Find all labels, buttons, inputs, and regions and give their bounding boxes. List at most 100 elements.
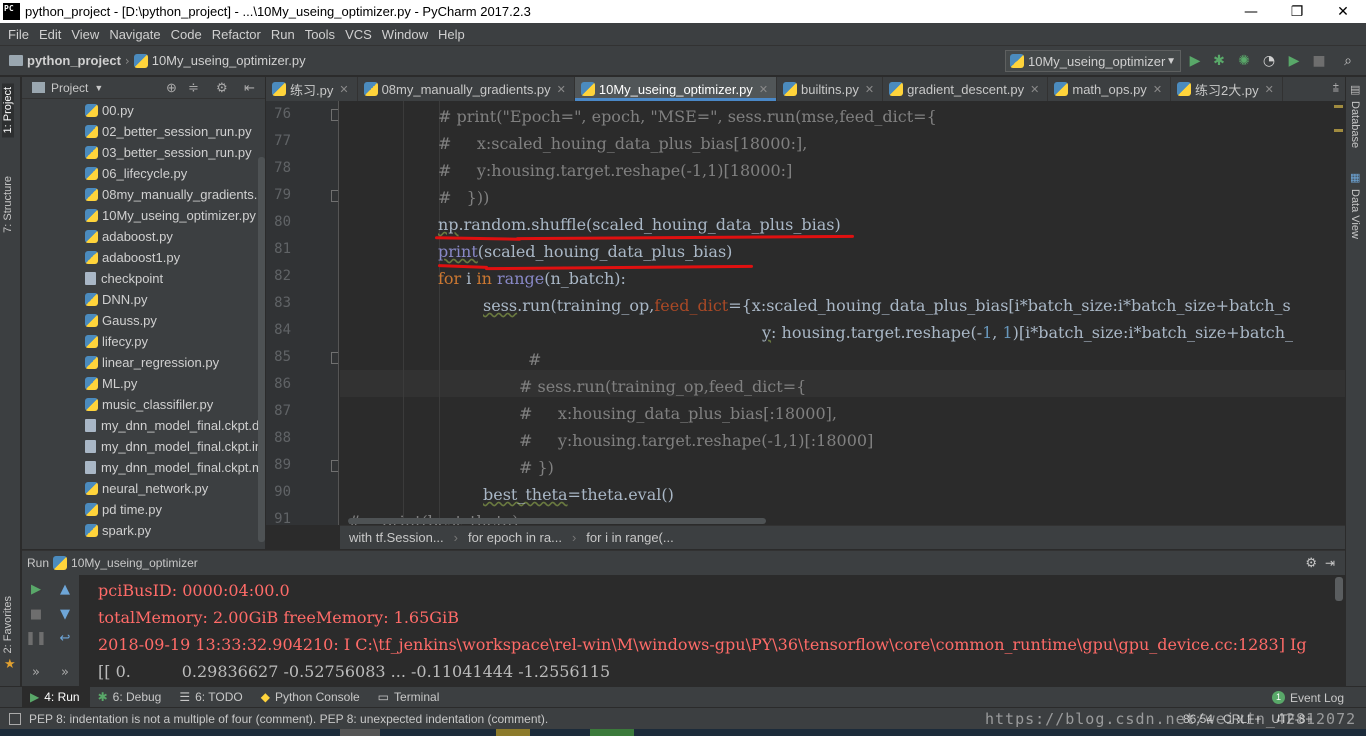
tree-item-dnn[interactable]: DNN.py — [22, 289, 265, 310]
fold-marker-icon[interactable] — [331, 109, 338, 121]
warning-marker[interactable] — [1334, 129, 1343, 132]
tab-lianxi[interactable]: 练习.py ✕ — [266, 77, 358, 101]
tree-item-music-classifiler[interactable]: music_classifiler.py — [22, 394, 265, 415]
menu-help[interactable]: Help — [433, 27, 470, 42]
project-view-select[interactable]: Project — [51, 81, 88, 95]
terminal-tool-tab[interactable]: ▭ Terminal — [370, 687, 450, 708]
structure-tool-tab[interactable]: 7: Structure — [2, 172, 14, 237]
tree-item-linear-regression[interactable]: linear_regression.py — [22, 352, 265, 373]
run-config-name[interactable]: 10My_useing_optimizer — [71, 556, 198, 570]
more-icon[interactable]: » — [56, 663, 74, 681]
run-tool-tab[interactable]: ▶ 4: Run — [22, 686, 90, 708]
warning-marker[interactable] — [1334, 105, 1343, 108]
hide-icon[interactable]: ⇥ — [1325, 556, 1335, 570]
tab-lianxi2da[interactable]: 练习2大.py ✕ — [1171, 77, 1283, 101]
tree-item-checkpoint[interactable]: checkpoint — [22, 268, 265, 289]
event-log-tab[interactable]: 1 Event Log — [1271, 687, 1344, 708]
menu-refactor[interactable]: Refactor — [207, 27, 266, 42]
close-button[interactable]: ✕ — [1320, 0, 1366, 23]
hide-icon[interactable]: ⇤ — [244, 80, 255, 96]
tab-gradient-descent[interactable]: gradient_descent.py ✕ — [883, 77, 1049, 101]
close-icon[interactable]: ✕ — [1030, 83, 1039, 96]
tree-item-neural-network[interactable]: neural_network.py — [22, 478, 265, 499]
close-icon[interactable]: ✕ — [1265, 83, 1274, 96]
fold-marker-icon[interactable] — [331, 190, 338, 202]
tree-item-ml[interactable]: ML.py — [22, 373, 265, 394]
tree-item-ckpt-meta[interactable]: my_dnn_model_final.ckpt.me — [22, 457, 265, 478]
tree-item-spark[interactable]: spark.py — [22, 520, 265, 541]
menu-view[interactable]: View — [66, 27, 104, 42]
console-output[interactable]: pciBusID: 0000:04:00.0 totalMemory: 2.00… — [79, 575, 1345, 687]
soft-wrap-icon[interactable]: ↩ — [56, 629, 74, 647]
menu-vcs[interactable]: VCS — [340, 27, 377, 42]
menu-code[interactable]: Code — [166, 27, 207, 42]
minimize-button[interactable]: — — [1228, 0, 1274, 23]
tab-08my-manually-gradients[interactable]: 08my_manually_gradients.py ✕ — [358, 77, 575, 101]
tree-item-lifecy[interactable]: lifecy.py — [22, 331, 265, 352]
tab-math-ops[interactable]: math_ops.py ✕ — [1048, 77, 1172, 101]
coverage-icon[interactable]: ✺ — [1236, 53, 1252, 69]
menu-file[interactable]: File — [3, 27, 34, 42]
tree-item-10my-useing-optimizer[interactable]: 10My_useing_optimizer.py — [22, 205, 265, 226]
menu-edit[interactable]: Edit — [34, 27, 66, 42]
run-configuration-select[interactable]: 10My_useing_optimizer ▼ — [1005, 50, 1181, 72]
tree-item-adaboost1[interactable]: adaboost1.py — [22, 247, 265, 268]
concurrency-icon[interactable]: ▶ — [1286, 53, 1302, 69]
debug-icon[interactable]: ✱ — [1211, 53, 1227, 69]
stop-icon[interactable]: ■ — [1311, 53, 1327, 69]
locate-icon[interactable]: ⊕ — [166, 80, 177, 96]
tree-item-adaboost[interactable]: adaboost.py — [22, 226, 265, 247]
menu-navigate[interactable]: Navigate — [104, 27, 165, 42]
menu-tools[interactable]: Tools — [300, 27, 340, 42]
stop-icon[interactable]: ■ — [27, 605, 45, 623]
close-icon[interactable]: ✕ — [339, 83, 348, 96]
run-icon[interactable]: ▶ — [1187, 53, 1203, 69]
favorites-tool-tab[interactable]: 2: Favorites — [2, 592, 14, 657]
tree-item-06-lifecycle[interactable]: 06_lifecycle.py — [22, 163, 265, 184]
search-icon[interactable]: ⌕ — [1340, 53, 1356, 69]
tree-item-02-better-session-run[interactable]: 02_better_session_run.py — [22, 121, 265, 142]
fold-marker-icon[interactable] — [331, 460, 338, 472]
tree-item-gauss[interactable]: Gauss.py — [22, 310, 265, 331]
tree-item-08my-manually-gradients[interactable]: 08my_manually_gradients.py — [22, 184, 265, 205]
more-icon[interactable]: » — [27, 663, 45, 681]
tree-item-03-better-session-run[interactable]: 03_better_session_run.py — [22, 142, 265, 163]
python-console-tool-tab[interactable]: ◆ Python Console — [253, 687, 370, 708]
project-tool-tab[interactable]: 1: Project — [2, 83, 14, 138]
tab-builtins[interactable]: builtins.py ✕ — [777, 77, 884, 101]
error-stripe[interactable] — [1332, 101, 1345, 525]
profile-icon[interactable]: ◔ — [1261, 53, 1277, 69]
database-tool-tab[interactable]: Database — [1349, 101, 1361, 148]
up-arrow-icon[interactable]: ▲ — [56, 580, 74, 598]
debug-tool-tab[interactable]: ✱ 6: Debug — [90, 687, 172, 708]
rerun-icon[interactable]: ▶ — [27, 580, 45, 598]
gear-icon[interactable]: ⚙ — [1305, 555, 1317, 571]
close-icon[interactable]: ✕ — [557, 83, 566, 96]
todo-tool-tab[interactable]: ☰ 6: TODO — [171, 687, 252, 708]
close-icon[interactable]: ✕ — [759, 83, 768, 96]
code-editor[interactable]: # print("Epoch=", epoch, "MSE=", sess.ru… — [340, 101, 1345, 525]
menu-window[interactable]: Window — [377, 27, 433, 42]
breadcrumb-file[interactable]: 10My_useing_optimizer.py — [133, 53, 306, 68]
breadcrumb-for-epoch[interactable]: for epoch in ra... — [468, 530, 562, 545]
collapse-icon[interactable]: ≑ — [188, 80, 199, 96]
tab-10my-useing-optimizer[interactable]: 10My_useing_optimizer.py ✕ — [574, 77, 778, 101]
horizontal-scrollbar[interactable] — [348, 518, 766, 524]
tree-item-ckpt-index[interactable]: my_dnn_model_final.ckpt.ind — [22, 436, 265, 457]
menu-run[interactable]: Run — [266, 27, 300, 42]
close-icon[interactable]: ✕ — [865, 83, 874, 96]
data-view-tool-tab[interactable]: Data View — [1349, 189, 1361, 239]
breadcrumb-with-session[interactable]: with tf.Session... — [349, 530, 444, 545]
close-icon[interactable]: ✕ — [1153, 83, 1162, 96]
project-scrollbar[interactable] — [258, 157, 265, 542]
tool-windows-icon[interactable] — [9, 712, 21, 725]
breadcrumb-project[interactable]: python_project — [0, 53, 121, 68]
tree-item-ckpt-data[interactable]: my_dnn_model_final.ckpt.da — [22, 415, 265, 436]
breadcrumb-for-i[interactable]: for i in range(... — [586, 530, 673, 545]
gear-icon[interactable]: ⚙ — [216, 80, 228, 96]
tab-overflow-icon[interactable]: ⩲ — [1333, 81, 1339, 95]
tree-item-00[interactable]: 00.py — [22, 100, 265, 121]
tree-item-pd-time[interactable]: pd time.py — [22, 499, 265, 520]
fold-marker-icon[interactable] — [331, 352, 338, 364]
down-arrow-icon[interactable]: ▼ — [56, 605, 74, 623]
